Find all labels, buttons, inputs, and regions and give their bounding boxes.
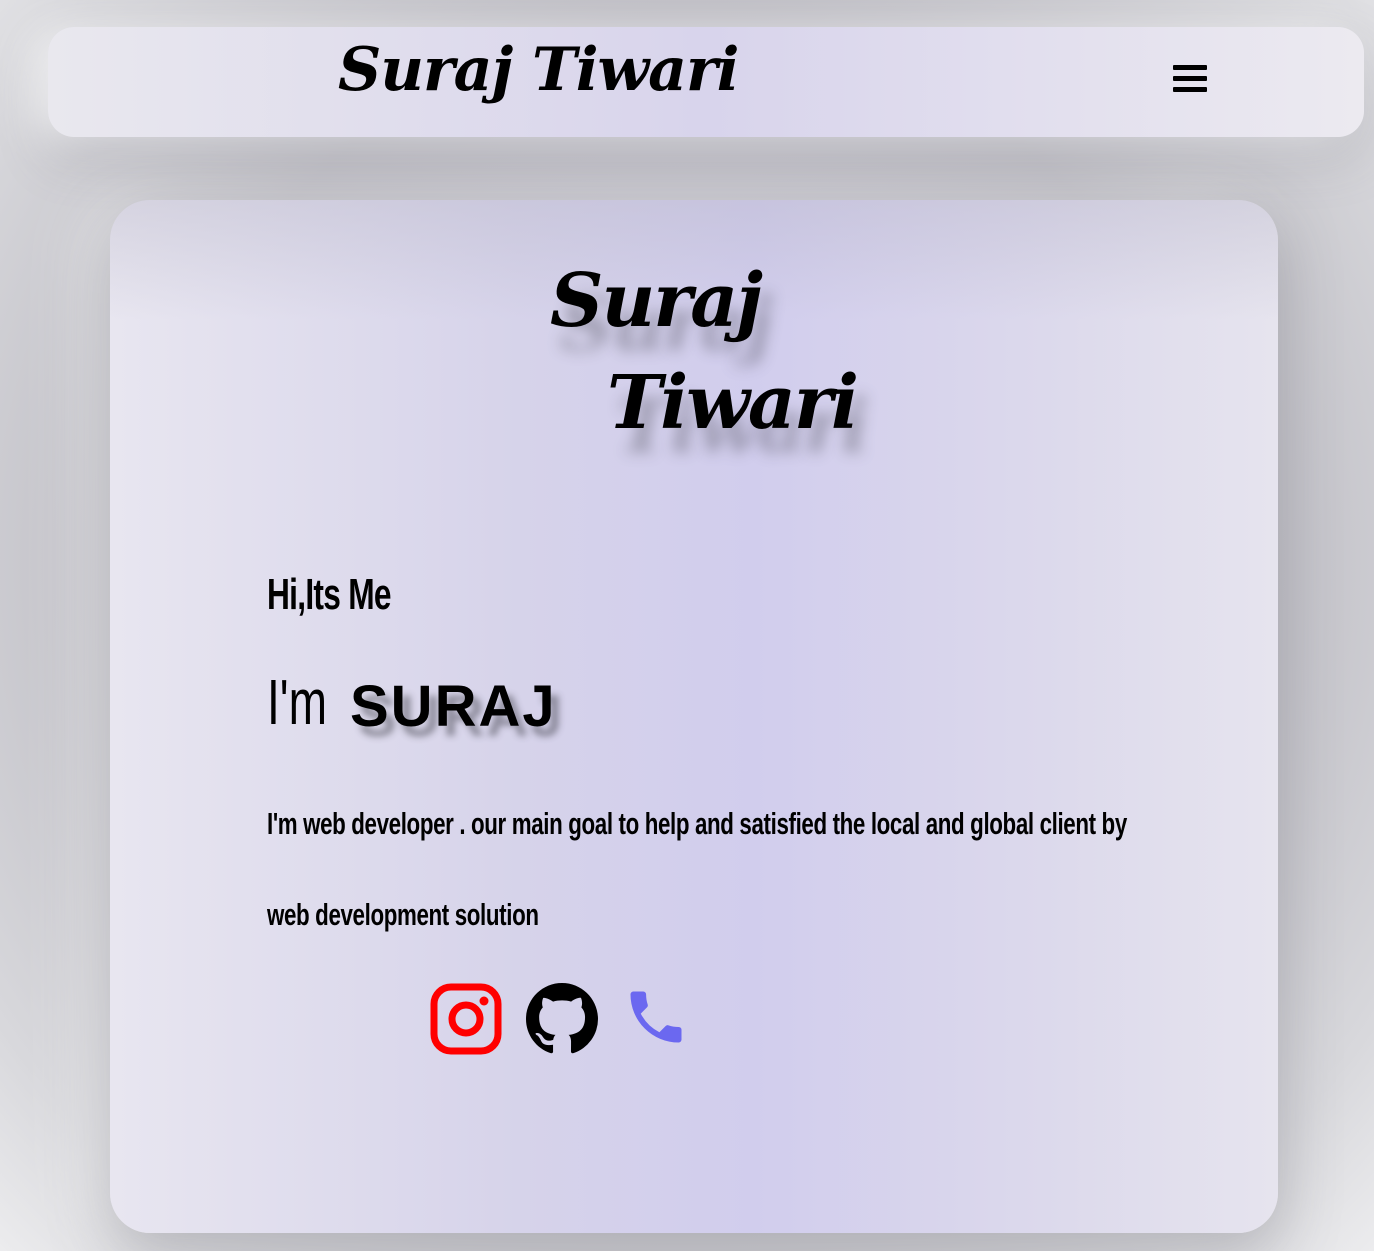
instagram-link[interactable]: [430, 983, 502, 1055]
phone-link[interactable]: [622, 983, 690, 1051]
github-icon: [526, 983, 598, 1054]
menu-bar: [1173, 87, 1207, 92]
hero-logo-first-name: Suraj: [550, 258, 763, 344]
hero-card: Suraj Tiwari Hi,Its Me I'm SURAJ I'm web …: [110, 200, 1278, 1233]
brand-logo[interactable]: Suraj Tiwari: [338, 35, 739, 105]
intro-heading: I'm SURAJ: [267, 665, 557, 740]
hero-description: I'm web developer . our main goal to hel…: [267, 806, 1127, 932]
instagram-icon: [430, 983, 502, 1055]
navbar: Suraj Tiwari: [48, 27, 1364, 137]
phone-icon: [630, 991, 682, 1043]
menu-bar: [1173, 65, 1207, 70]
hero-logo-last-name: Tiwari: [607, 360, 859, 446]
intro-prefix: I'm: [267, 666, 327, 738]
github-link[interactable]: [526, 983, 598, 1055]
menu-bar: [1173, 76, 1207, 81]
intro-name: SURAJ: [350, 674, 557, 739]
greeting-heading: Hi,Its Me: [267, 570, 392, 619]
hamburger-menu-icon[interactable]: [1173, 65, 1207, 95]
